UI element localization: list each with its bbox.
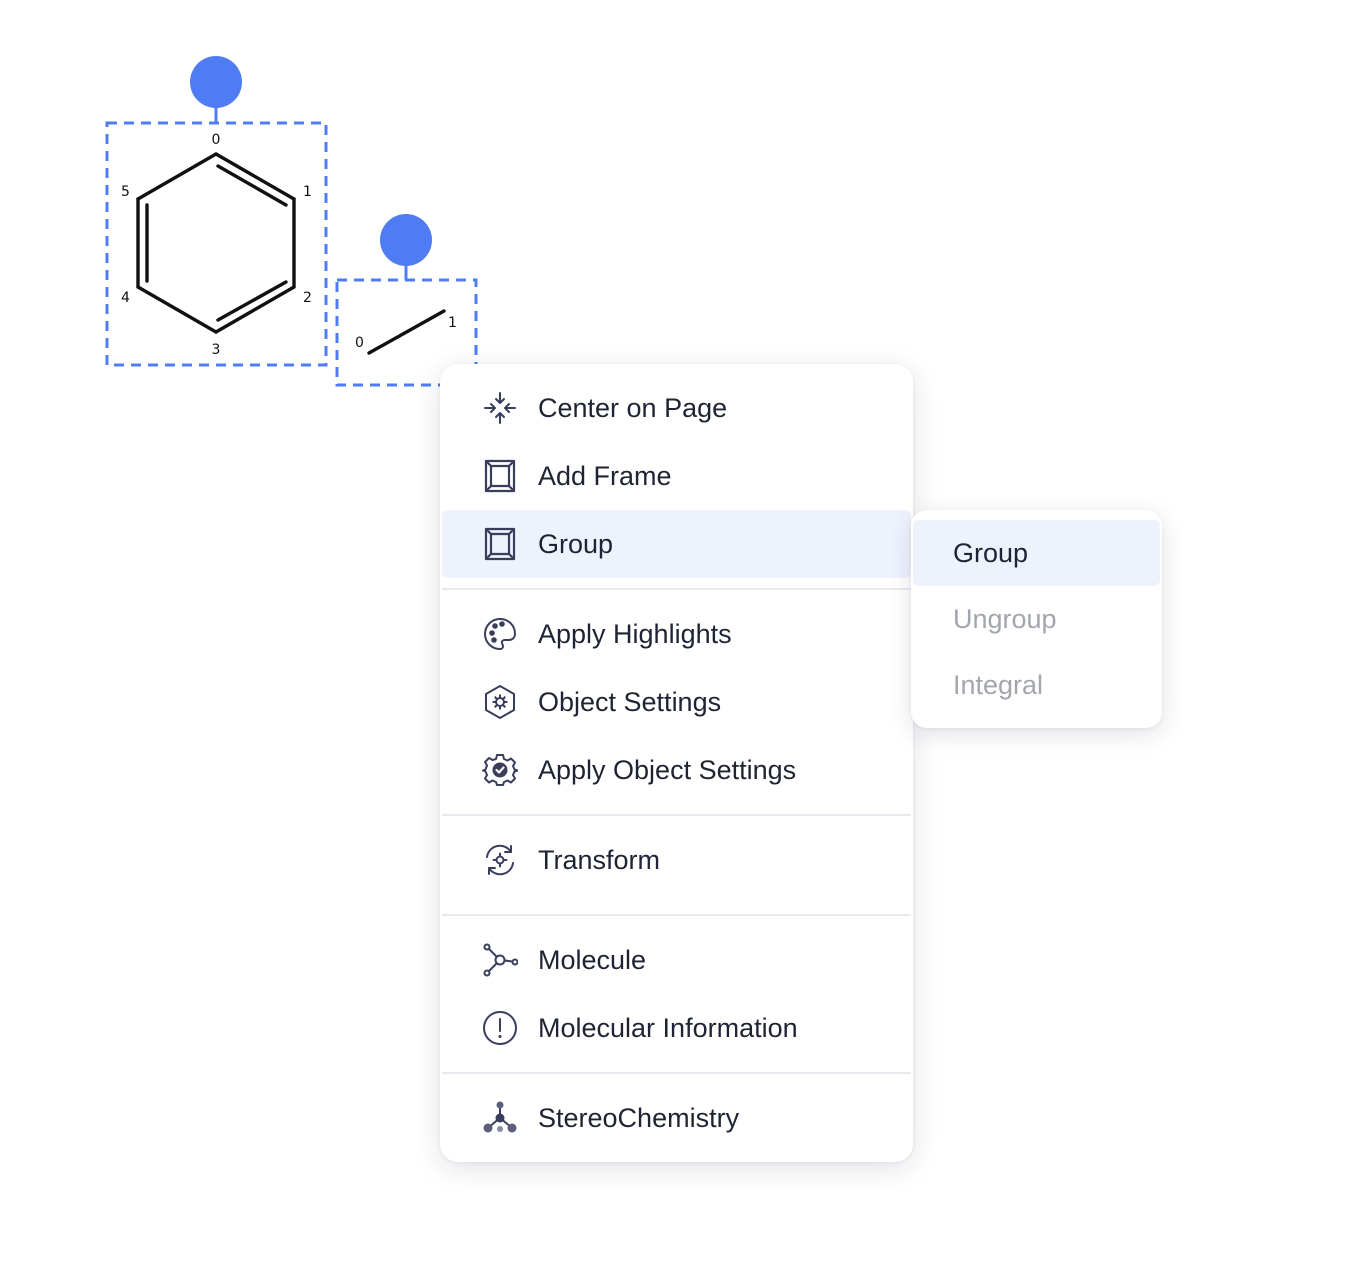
double-bond-inner [216,164,288,207]
submenu-item-group[interactable]: Group [913,520,1160,586]
menu-item-label: Apply Highlights [538,619,732,649]
submenu-item-label: Ungroup [953,604,1057,634]
menu-item-label: Transform [538,845,661,875]
atom-label: 4 [121,290,130,306]
menu-divider [442,588,911,590]
menu-divider [442,914,911,916]
menu-item-add-frame[interactable]: Add Frame [442,442,911,510]
menu-divider [442,814,911,816]
bond[interactable] [214,152,296,201]
menu-item-object-settings[interactable]: Object Settings [442,668,911,736]
menu-item-label: Molecule [538,945,647,975]
submenu-item-label: Group [953,538,1029,568]
menu-item-molecular-information[interactable]: Molecular Information [442,994,911,1062]
menu-item-stereochemistry[interactable]: StereoChemistry [442,1084,911,1152]
submenu-item-label: Integral [953,670,1044,700]
context-menu: Center on Page Add Frame Group Apply Hig… [440,364,913,1162]
transform-cycle-icon [482,842,518,878]
menu-item-transform[interactable]: Transform [442,826,911,894]
atom-label: 2 [303,290,312,306]
frame-icon [482,458,518,494]
info-circle-icon [482,1010,518,1046]
palette-icon [482,616,518,652]
atom-label: 1 [448,315,457,331]
group-submenu: Group Ungroup Integral [911,510,1162,728]
menu-item-apply-object-settings[interactable]: Apply Object Settings [442,736,911,804]
double-bond-inner [216,280,288,322]
rotate-handle[interactable] [380,214,432,266]
atom-label: 3 [212,342,221,358]
molecule-icon [482,942,518,978]
menu-item-group[interactable]: Group [442,510,911,578]
atom-label: 0 [355,335,364,351]
gear-check-icon [482,752,518,788]
atom-label: 1 [303,184,312,200]
menu-divider [442,1072,911,1074]
atom-label: 5 [121,184,130,200]
molecule-2-selection[interactable] [335,214,478,387]
atom-label: 0 [212,132,221,148]
menu-item-molecule[interactable]: Molecule [442,926,911,994]
menu-item-label: Molecular Information [538,1013,798,1043]
menu-item-label: Group [538,529,614,559]
bond[interactable] [367,309,446,355]
hexagon-gear-icon [482,684,518,720]
bond[interactable] [214,285,296,334]
center-arrows-icon [482,390,518,426]
menu-item-label: Object Settings [538,687,722,717]
submenu-item-ungroup[interactable]: Ungroup [913,586,1160,652]
ethane-molecule[interactable]: 0 1 [355,309,457,355]
stereo-molecule-icon [482,1100,518,1136]
submenu-item-integral[interactable]: Integral [913,652,1160,718]
bond[interactable] [136,152,218,201]
menu-item-center-on-page[interactable]: Center on Page [442,374,911,442]
menu-item-label: StereoChemistry [538,1103,740,1133]
bond[interactable] [136,285,218,334]
menu-item-apply-highlights[interactable]: Apply Highlights [442,600,911,668]
frame-icon [482,526,518,562]
menu-item-label: Apply Object Settings [538,755,797,785]
benzene-molecule[interactable] [136,152,296,334]
menu-item-label: Center on Page [538,393,728,423]
rotate-handle[interactable] [190,56,242,108]
menu-item-label: Add Frame [538,461,672,491]
